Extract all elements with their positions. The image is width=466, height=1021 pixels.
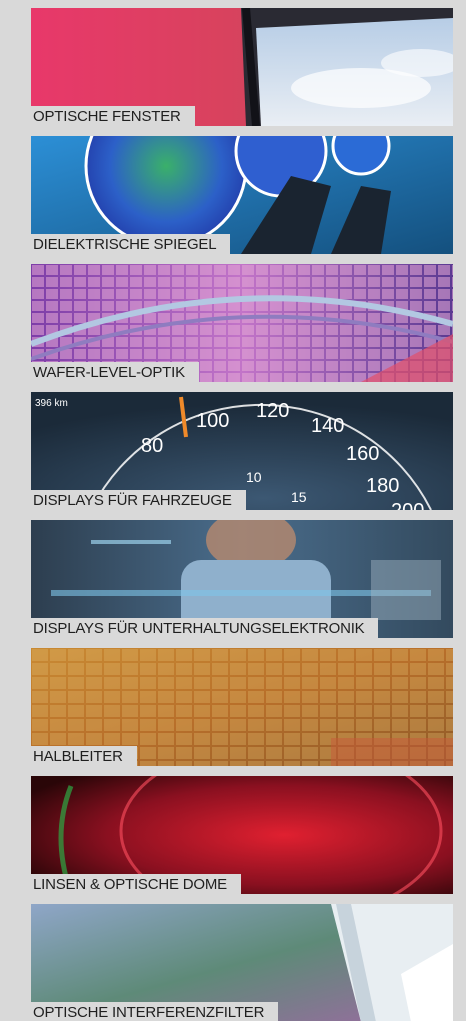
- tile-linsen-optische-dome[interactable]: LINSEN & OPTISCHE DOME: [31, 776, 453, 894]
- tile-label: WAFER-LEVEL-OPTIK: [31, 362, 199, 382]
- tile-label: DISPLAYS FÜR UNTERHALTUNGSELEKTRONIK: [31, 618, 379, 638]
- tile-optische-interferenzfilter[interactable]: OPTISCHE INTERFERENZFILTER: [31, 904, 453, 1021]
- speed-tick-140: 140: [311, 415, 344, 437]
- category-tile-list: OPTISCHE FENSTER DIELEKTRISCHE SPIEGEL W…: [31, 8, 453, 1021]
- speed-tick-120: 120: [256, 400, 289, 422]
- tile-label: DIELEKTRISCHE SPIEGEL: [31, 234, 231, 254]
- speed-tick-80: 80: [141, 435, 163, 457]
- tile-label: LINSEN & OPTISCHE DOME: [31, 874, 241, 894]
- tile-label: OPTISCHE INTERFERENZFILTER: [31, 1002, 279, 1021]
- tile-halbleiter[interactable]: HALBLEITER: [31, 648, 453, 766]
- small-value-10: 10: [246, 469, 262, 485]
- tile-label: HALBLEITER: [31, 746, 137, 766]
- speed-tick-200: 200: [391, 500, 424, 510]
- speed-tick-100: 100: [196, 410, 229, 432]
- tile-label: OPTISCHE FENSTER: [31, 106, 195, 126]
- speed-tick-180: 180: [366, 475, 399, 497]
- tile-label: DISPLAYS FÜR FAHRZEUGE: [31, 490, 246, 510]
- tile-dielektrische-spiegel[interactable]: DIELEKTRISCHE SPIEGEL: [31, 136, 453, 254]
- tile-displays-unterhaltungselektronik[interactable]: DISPLAYS FÜR UNTERHALTUNGSELEKTRONIK: [31, 520, 453, 638]
- small-value-15: 15: [291, 489, 307, 505]
- speed-tick-160: 160: [346, 443, 379, 465]
- tile-optische-fenster[interactable]: OPTISCHE FENSTER: [31, 8, 453, 126]
- tile-displays-fahrzeuge[interactable]: 80 60 100 120 140 160 180 200 10 15 396 …: [31, 392, 453, 510]
- tile-wafer-level-optik[interactable]: WAFER-LEVEL-OPTIK: [31, 264, 453, 382]
- range-readout: 396 km: [35, 398, 68, 409]
